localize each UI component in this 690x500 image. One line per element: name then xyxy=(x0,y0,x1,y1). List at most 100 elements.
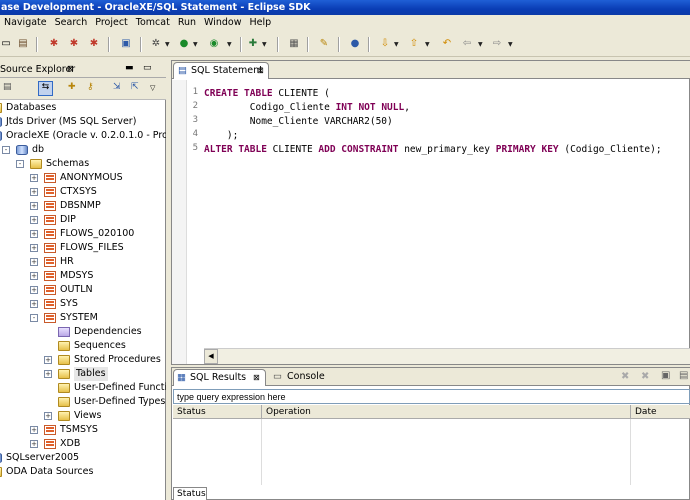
chevron-down-icon[interactable]: ▼ xyxy=(425,41,430,48)
link-editor-icon[interactable]: ⇆ xyxy=(38,81,53,96)
tab-sql-statement[interactable]: ▤ SQL Statement ⊠ xyxy=(173,62,269,79)
remove-icon[interactable]: ✖ xyxy=(621,371,629,382)
expand-icon[interactable]: + xyxy=(30,258,38,266)
code-line[interactable]: CREATE TABLE CLIENTE ( xyxy=(204,87,330,101)
tree-item[interactable]: + TSMSYS xyxy=(0,423,166,437)
tree-item[interactable]: Sequences xyxy=(0,339,166,353)
tree-item[interactable]: ODA Data Sources xyxy=(0,465,166,479)
new-wizard-icon[interactable]: ✚ xyxy=(247,38,259,50)
expand-icon[interactable]: + xyxy=(30,286,38,294)
code-line[interactable]: ); xyxy=(204,129,238,143)
save-all-icon[interactable]: ▣ xyxy=(120,38,132,50)
run-icon[interactable]: ● xyxy=(178,38,190,50)
tree-item[interactable]: + FLOWS_020100 xyxy=(0,227,166,241)
expand-icon[interactable]: + xyxy=(30,272,38,280)
tree-item[interactable]: + Views xyxy=(0,409,166,423)
close-icon[interactable]: ⊠ xyxy=(257,63,264,79)
chevron-down-icon[interactable]: ▼ xyxy=(165,41,170,48)
terminate-icon[interactable]: ▣ xyxy=(661,370,670,381)
tree-item[interactable]: + DIP xyxy=(0,213,166,227)
menu-help[interactable]: Help xyxy=(246,15,276,31)
menu-navigate[interactable]: Navigate xyxy=(0,15,51,31)
scroll-left-icon[interactable]: ◀ xyxy=(204,349,218,364)
open-task-icon[interactable]: ▦ xyxy=(288,38,300,50)
collapse-all-icon[interactable]: ▤ xyxy=(3,82,12,92)
tree-item[interactable]: - db xyxy=(0,143,166,157)
chevron-down-icon[interactable]: ▼ xyxy=(394,41,399,48)
tomcat-start-icon[interactable]: ✱ xyxy=(48,38,60,50)
query-filter-input[interactable] xyxy=(173,389,690,404)
tree-item[interactable]: Dependencies xyxy=(0,325,166,339)
open-type-icon[interactable]: ✎ xyxy=(318,38,330,50)
export-icon[interactable]: ⇱ xyxy=(131,82,139,92)
column-status[interactable]: Status xyxy=(173,405,262,419)
menu-window[interactable]: Window xyxy=(200,15,245,31)
expand-icon[interactable]: + xyxy=(30,216,38,224)
minimize-icon[interactable]: ▬ xyxy=(125,63,134,73)
expand-icon[interactable]: + xyxy=(30,244,38,252)
chevron-down-icon[interactable]: ▼ xyxy=(508,41,513,48)
menu-search[interactable]: Search xyxy=(51,15,92,31)
menu-run[interactable]: Run xyxy=(174,15,200,31)
tree-item[interactable]: + XDB xyxy=(0,437,166,451)
close-icon[interactable]: ⊠ xyxy=(67,64,74,73)
horizontal-scrollbar[interactable]: ◀ xyxy=(204,348,690,364)
expand-icon[interactable]: + xyxy=(44,412,52,420)
expand-icon[interactable]: + xyxy=(30,300,38,308)
remove-all-icon[interactable]: ✖ xyxy=(641,371,649,382)
chevron-down-icon[interactable]: ▼ xyxy=(262,41,267,48)
back-icon[interactable]: ⇦ xyxy=(461,38,473,50)
last-edit-icon[interactable]: ↶ xyxy=(441,38,453,50)
next-annotation-icon[interactable]: ⇩ xyxy=(379,38,391,50)
tree-item[interactable]: + MDSYS xyxy=(0,269,166,283)
tree-item[interactable]: + Tables xyxy=(0,367,166,381)
tree-item[interactable]: User-Defined Functions xyxy=(0,381,166,395)
tree-item[interactable]: + Stored Procedures xyxy=(0,353,166,367)
close-icon[interactable]: ⊠ xyxy=(253,370,260,386)
tree-item[interactable]: Jtds Driver (MS SQL Server) xyxy=(0,115,166,129)
globe-icon[interactable]: ● xyxy=(349,38,361,50)
tree-item[interactable]: + ANONYMOUS xyxy=(0,171,166,185)
tab-status[interactable]: Status xyxy=(173,487,207,500)
chevron-down-icon[interactable]: ▼ xyxy=(227,41,232,48)
previous-annotation-icon[interactable]: ⇧ xyxy=(408,38,420,50)
menu-tomcat[interactable]: Tomcat xyxy=(132,15,174,31)
expand-icon[interactable]: + xyxy=(30,426,38,434)
tree-item[interactable]: User-Defined Types xyxy=(0,395,166,409)
expand-icon[interactable]: + xyxy=(44,356,52,364)
tree-item[interactable]: SQLserver2005 xyxy=(0,451,166,465)
tree-item[interactable]: + FLOWS_FILES xyxy=(0,241,166,255)
external-tools-icon[interactable]: ◉ xyxy=(208,38,220,50)
print-icon[interactable]: ▤ xyxy=(17,38,29,50)
chevron-down-icon[interactable]: ▼ xyxy=(478,41,483,48)
source-explorer-tab[interactable]: Source Explorer ⊠ ▬ ▭ xyxy=(0,60,166,78)
debug-icon[interactable]: ✲ xyxy=(150,38,162,50)
tab-sql-results[interactable]: ▦ SQL Results ⊠ xyxy=(173,369,266,386)
chevron-down-icon[interactable]: ▼ xyxy=(193,41,198,48)
code-line[interactable]: ALTER TABLE CLIENTE ADD CONSTRAINT new_p… xyxy=(204,143,662,157)
tomcat-restart-icon[interactable]: ✱ xyxy=(88,38,100,50)
code-line[interactable]: Nome_Cliente VARCHAR2(50) xyxy=(204,115,393,129)
code-area[interactable]: CREATE TABLE CLIENTE ( Codigo_Cliente IN… xyxy=(204,80,690,350)
collapse-icon[interactable]: - xyxy=(30,314,38,322)
tree-item[interactable]: + CTXSYS xyxy=(0,185,166,199)
expand-icon[interactable]: + xyxy=(30,188,38,196)
tree-item[interactable]: + SYS xyxy=(0,297,166,311)
tomcat-stop-icon[interactable]: ✱ xyxy=(68,38,80,50)
collapse-icon[interactable]: - xyxy=(16,160,24,168)
expand-icon[interactable]: + xyxy=(30,174,38,182)
expand-icon[interactable]: + xyxy=(30,202,38,210)
collapse-icon[interactable]: - xyxy=(2,146,10,154)
tab-console[interactable]: ▭ Console xyxy=(270,369,340,386)
column-operation[interactable]: Operation xyxy=(262,405,631,419)
view-menu-icon[interactable]: ▤ xyxy=(679,370,688,381)
save-icon[interactable]: ▭ xyxy=(0,38,12,50)
tree-item[interactable]: - Schemas xyxy=(0,157,166,171)
tree-item[interactable]: OracleXE (Oracle v. 0.2.0.1.0 - Produc xyxy=(0,129,166,143)
code-line[interactable]: Codigo_Cliente INT NOT NULL, xyxy=(204,101,410,115)
maximize-icon[interactable]: ▭ xyxy=(143,63,152,73)
connect-icon[interactable]: ⚷ xyxy=(87,82,94,92)
tree-item[interactable]: + OUTLN xyxy=(0,283,166,297)
menu-project[interactable]: Project xyxy=(91,15,132,31)
tree-item[interactable]: Databases xyxy=(0,101,166,115)
